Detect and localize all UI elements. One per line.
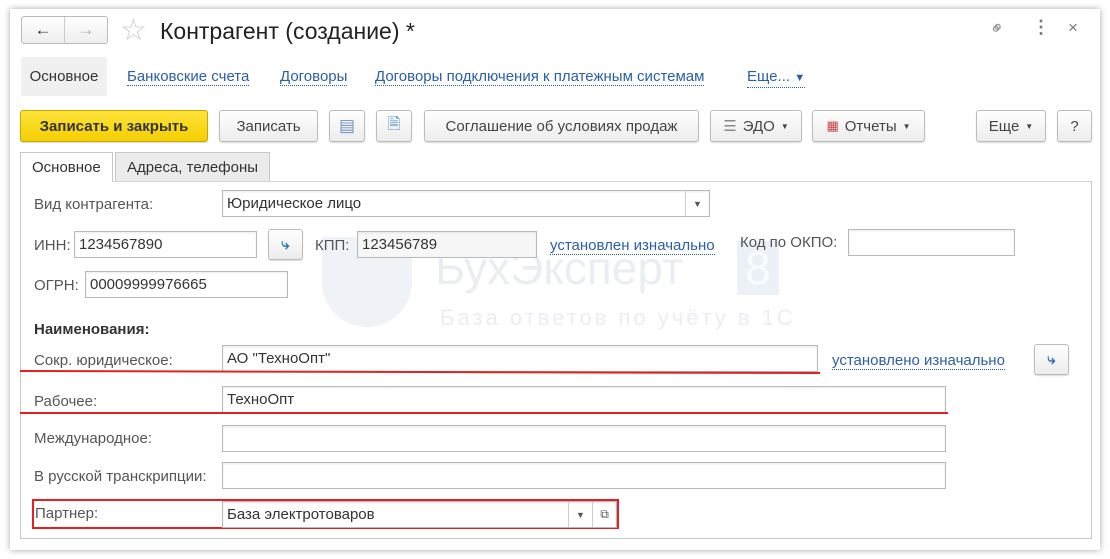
work-name-input[interactable]: ТехноОпт (222, 386, 946, 413)
more-label: Еще (988, 117, 1020, 135)
work-name-label: Рабочее: (34, 393, 98, 410)
reports-button[interactable]: ▦ Отчеты ▼ (812, 110, 925, 142)
short-name-set-initially-link[interactable]: установлено изначально (832, 352, 1005, 370)
nav-tab-bank-accounts[interactable]: Банковские счета (127, 68, 250, 86)
translit-input[interactable] (222, 462, 946, 489)
names-heading: Наименования: (34, 321, 150, 338)
form-tab-addresses[interactable]: Адреса, телефоны (115, 152, 271, 181)
intl-name-label: Международное: (34, 430, 152, 447)
more-actions-button[interactable]: Еще ▼ (976, 110, 1046, 142)
link-icon[interactable]: ⚭ (985, 16, 1011, 42)
inn-input[interactable]: 1234567890 (74, 231, 257, 258)
ogrn-input[interactable]: 00009999976665 (85, 271, 288, 298)
partner-value: База электротоваров (227, 506, 375, 523)
nav-tab-more[interactable]: Еще... ▼ (747, 68, 806, 88)
short-name-input[interactable]: АО "ТехноОпт" (222, 345, 818, 372)
nav-more-label: Еще... (747, 68, 791, 85)
edo-label: ЭДО (742, 117, 775, 135)
nav-tab-contracts[interactable]: Договоры (280, 68, 348, 86)
dropdown-arrow-icon: ▼ (780, 121, 789, 131)
edo-icon: ☰ (723, 118, 737, 135)
curved-arrow-icon: ⤷ (281, 236, 290, 253)
kpp-set-initially-link[interactable]: установлен изначально (550, 237, 715, 255)
nav-tab-payment-contracts[interactable]: Договоры подключения к платежным система… (375, 68, 705, 86)
dropdown-arrow-icon: ▼ (902, 121, 911, 131)
curved-arrow-icon: ⤷ (1047, 351, 1056, 368)
form-window: ← → ☆ Контрагент (создание) * ⚭ ⋮ × Осно… (10, 9, 1100, 550)
kpp-input[interactable]: 123456789 (357, 231, 537, 258)
close-icon[interactable]: × (1068, 18, 1078, 38)
partner-label: Партнер: (35, 505, 99, 522)
fill-by-inn-button[interactable]: ⤷ (268, 229, 303, 260)
export-button[interactable]: 🗎 (376, 110, 412, 142)
edo-button[interactable]: ☰ ЭДО ▼ (710, 110, 802, 142)
reports-chart-icon: ▦ (826, 118, 839, 133)
favorite-star-icon[interactable]: ☆ (120, 13, 147, 48)
dropdown-arrow-icon: ▼ (1025, 121, 1034, 131)
nav-tab-main[interactable]: Основное (21, 57, 107, 96)
partner-select[interactable]: База электротоваров ⧉ ▼ (222, 501, 617, 528)
fill-name-button[interactable]: ⤷ (1034, 344, 1069, 375)
inn-label: ИНН: (34, 237, 71, 254)
reports-label: Отчеты (844, 117, 897, 135)
document-export-icon: 🗎 (387, 115, 401, 133)
sales-agreement-button[interactable]: Соглашение об условиях продаж (424, 110, 699, 142)
kind-label: Вид контрагента: (34, 196, 154, 213)
kind-value: Юридическое лицо (227, 195, 362, 212)
back-arrow-icon[interactable]: ← (22, 17, 65, 43)
nav-buttons: ← → (21, 16, 108, 44)
watermark-tagline: База ответов по учёту в 1С (440, 305, 796, 330)
form-tab-main[interactable]: Основное (20, 152, 113, 182)
help-button[interactable]: ? (1057, 110, 1092, 142)
short-name-label: Сокр. юридическое: (34, 352, 173, 369)
okpo-input[interactable] (848, 229, 1015, 256)
page-title: Контрагент (создание) * (160, 18, 415, 44)
okpo-label: Код по ОКПО: (740, 234, 838, 251)
chevron-down-icon: ▼ (794, 72, 806, 84)
save-button[interactable]: Записать (219, 110, 318, 142)
save-and-close-button[interactable]: Записать и закрыть (20, 110, 208, 142)
intl-name-input[interactable] (222, 425, 946, 452)
more-menu-icon[interactable]: ⋮ (1032, 17, 1050, 38)
list-button[interactable]: ▤ (329, 110, 365, 142)
dropdown-arrow-icon[interactable]: ▼ (568, 502, 592, 527)
kpp-label: КПП: (315, 237, 350, 254)
highlight-underline (20, 412, 948, 414)
dropdown-arrow-icon[interactable]: ▼ (685, 191, 709, 216)
ogrn-label: ОГРН: (34, 277, 79, 294)
forward-arrow-icon[interactable]: → (65, 17, 107, 43)
open-partner-icon[interactable]: ⧉ (592, 502, 616, 527)
document-list-icon: ▤ (338, 116, 356, 135)
kind-select[interactable]: Юридическое лицо ▼ (222, 190, 710, 217)
translit-label: В русской транскрипции: (34, 468, 207, 485)
